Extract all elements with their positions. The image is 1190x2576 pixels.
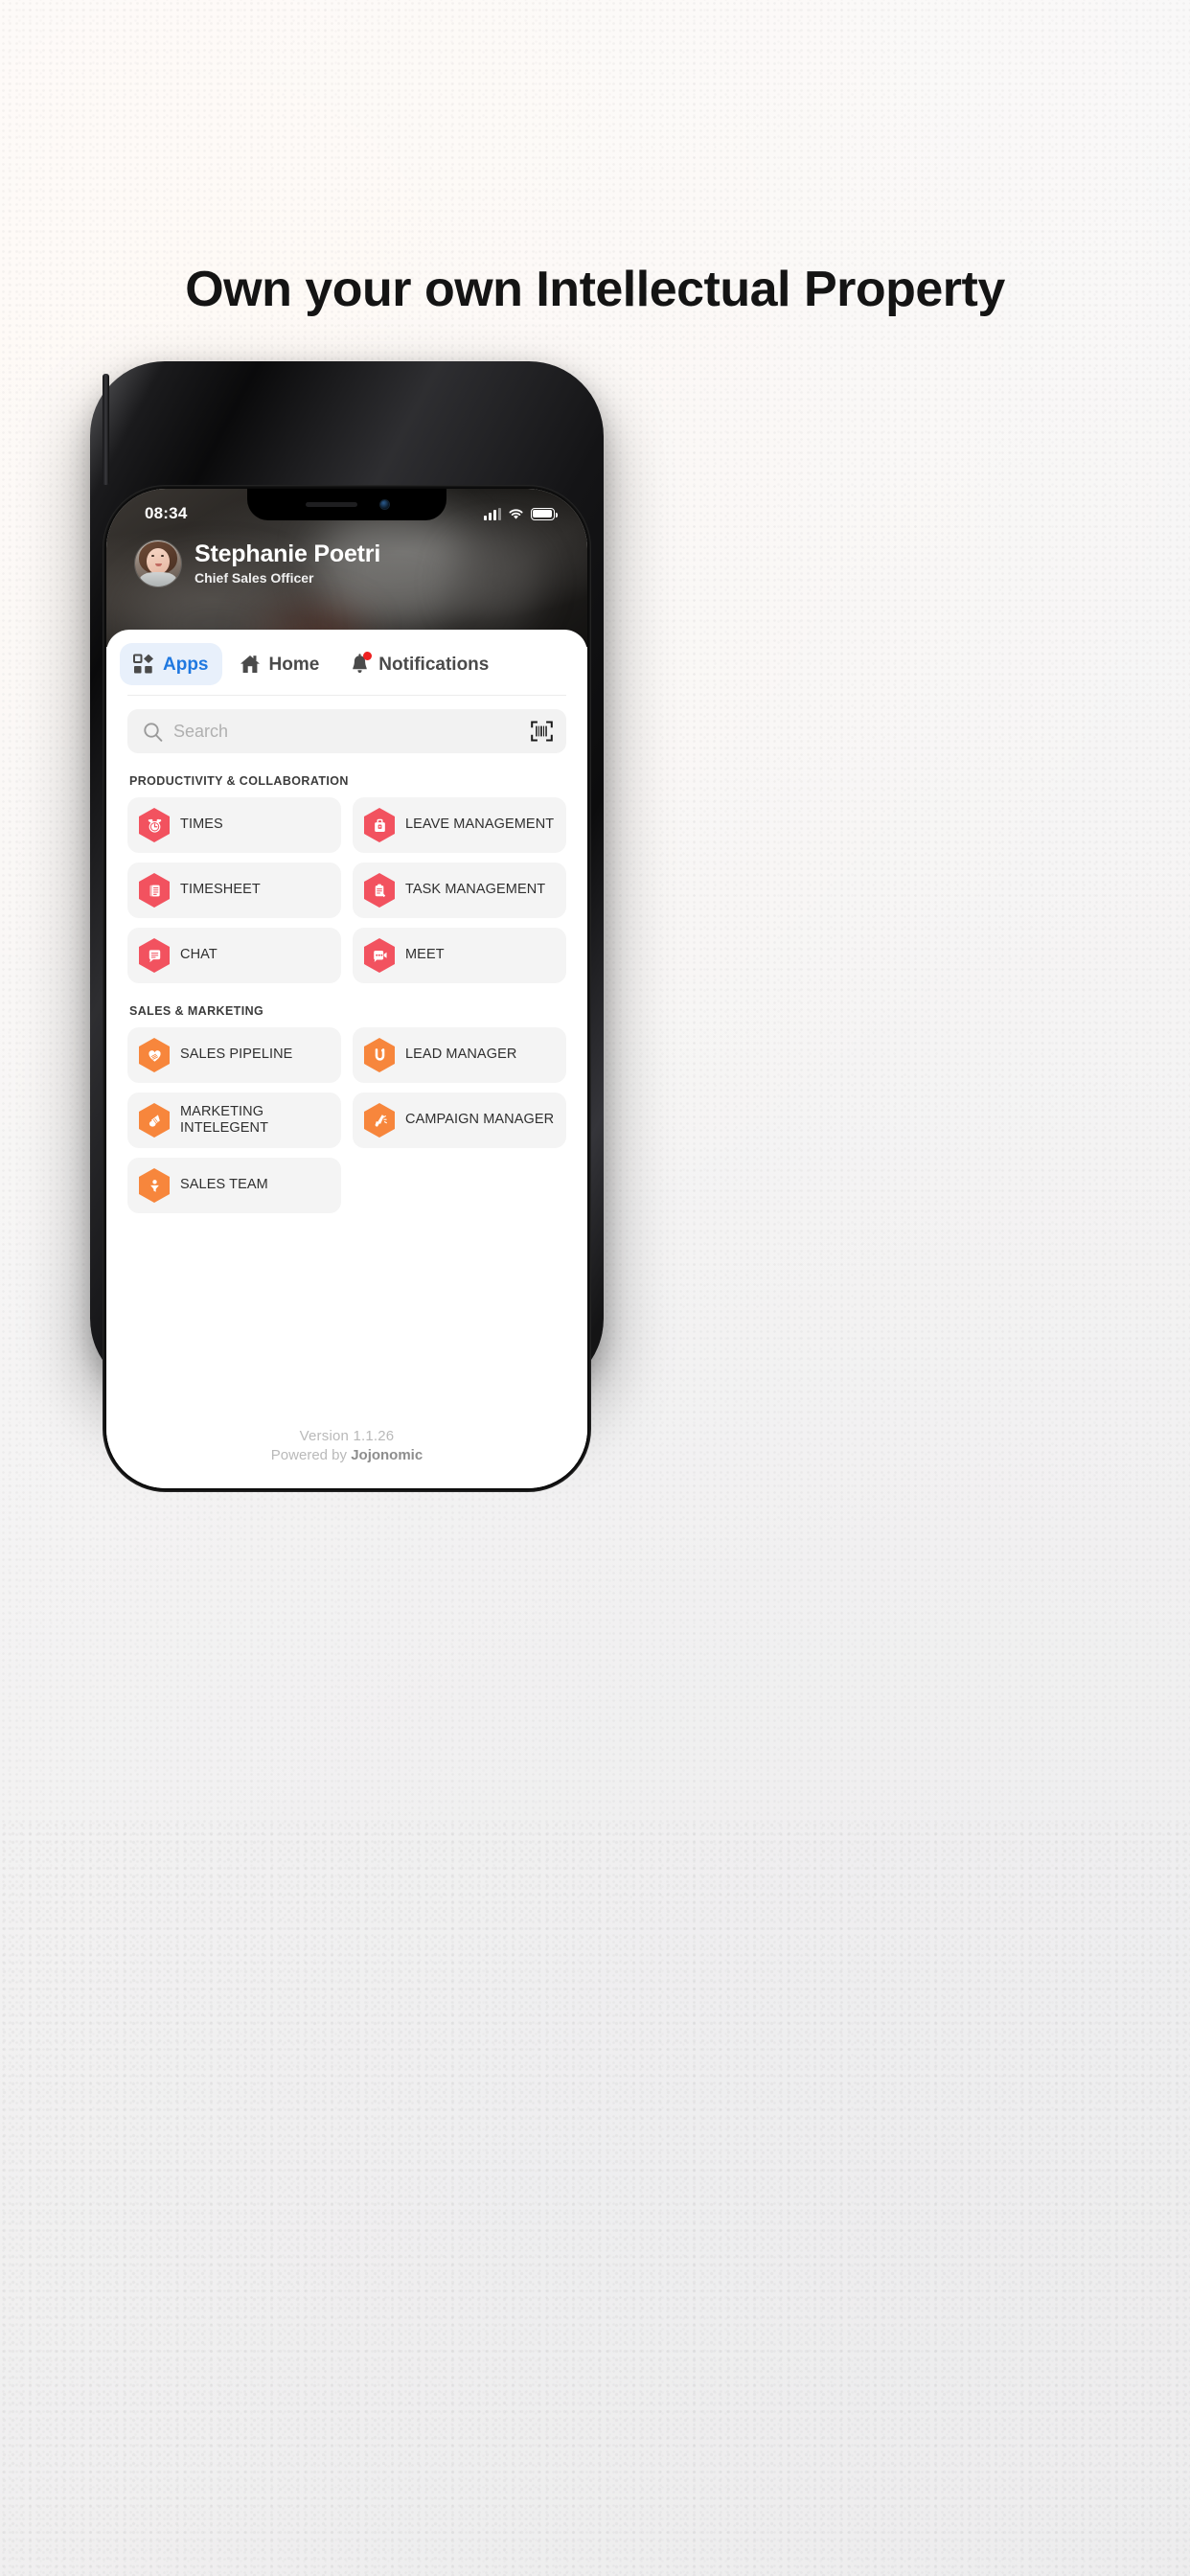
tab-home[interactable]: Home [226, 643, 333, 685]
profile-role: Chief Sales Officer [195, 570, 314, 586]
app-label: LEAD MANAGER [405, 1046, 517, 1063]
search-section [106, 696, 587, 753]
search-input[interactable] [173, 721, 520, 742]
version-label: Version 1.1.26 [299, 1428, 395, 1444]
powered-by-label: Powered by Jojonomic [106, 1447, 587, 1463]
app-card-sales-pipeline[interactable]: SALES PIPELINE [127, 1027, 341, 1083]
profile-row[interactable]: Stephanie Poetri Chief Sales Officer [106, 533, 587, 586]
video-chat-icon [364, 938, 395, 973]
app-card-sales-team[interactable]: SALES TEAM [127, 1158, 341, 1213]
app-label: TASK MANAGEMENT [405, 882, 546, 898]
apps-grid-icon [133, 654, 153, 674]
app-card-marketing-intelegent[interactable]: MARKETING INTELEGENT [127, 1092, 341, 1148]
powered-prefix: Powered by [270, 1447, 352, 1463]
tab-bar: Apps Home Notifications [106, 630, 587, 685]
app-footer: Version 1.1.26 Powered by Jojonomic [106, 1428, 587, 1488]
search-icon [144, 722, 163, 742]
front-camera-icon [379, 500, 389, 509]
app-label: MARKETING INTELEGENT [180, 1103, 269, 1136]
person-funnel-icon [139, 1168, 170, 1203]
battery-icon [531, 507, 558, 520]
app-card-timesheet[interactable]: TIMESHEET [127, 862, 341, 918]
alarm-clock-icon [139, 808, 170, 842]
app-label: LEAVE MANAGEMENT [405, 816, 555, 833]
power-button[interactable] [103, 374, 109, 485]
app-label: MEET [405, 947, 445, 963]
app-label: SALES TEAM [180, 1177, 268, 1193]
section-title-sales: SALES & MARKETING [129, 1004, 264, 1018]
status-time: 08:34 [145, 504, 188, 522]
app-label: CHAT [180, 947, 217, 963]
wifi-icon [509, 508, 523, 519]
tab-apps-label: Apps [163, 654, 209, 675]
app-label: TIMES [180, 816, 223, 833]
phone-screen: 08:34 Stephanie Poetri Chief Sales Offic… [106, 489, 587, 1488]
home-icon [240, 656, 260, 673]
magnet-icon [364, 1038, 395, 1072]
phone-mockup: 08:34 Stephanie Poetri Chief Sales Offic… [90, 361, 604, 1492]
app-label: SALES PIPELINE [180, 1046, 293, 1063]
document-list-icon [139, 873, 170, 908]
app-label: TIMESHEET [180, 882, 261, 898]
status-icons [484, 507, 558, 520]
app-card-campaign-manager[interactable]: CAMPAIGN MANAGER [353, 1092, 566, 1148]
cellular-signal-icon [484, 507, 501, 520]
tab-notifications-label: Notifications [378, 654, 490, 675]
search-bar[interactable] [127, 709, 566, 753]
powered-brand: Jojonomic [351, 1447, 423, 1463]
bell-wrapper [350, 652, 373, 675]
app-card-chat[interactable]: CHAT [127, 928, 341, 983]
app-card-task-management[interactable]: TASK MANAGEMENT [353, 862, 566, 918]
app-card-leave-management[interactable]: LEAVE MANAGEMENT [353, 797, 566, 853]
chat-bubble-icon [139, 938, 170, 973]
app-card-lead-manager[interactable]: LEAD MANAGER [353, 1027, 566, 1083]
background-texture-lower [0, 1821, 1190, 2576]
clipboard-pen-icon [364, 873, 395, 908]
tab-home-label: Home [268, 654, 320, 675]
notification-badge [363, 652, 373, 660]
section-title-productivity: PRODUCTIVITY & COLLABORATION [129, 774, 349, 788]
megaphone-icon [139, 1103, 170, 1138]
app-grid-productivity: TIMES LEAVE MANAGEMENT TIMESHEET TASK MA… [127, 797, 566, 983]
barcode-scan-icon[interactable] [531, 721, 553, 742]
phone-bezel: 08:34 Stephanie Poetri Chief Sales Offic… [103, 485, 591, 1492]
tab-apps[interactable]: Apps [120, 643, 222, 685]
app-list: PRODUCTIVITY & COLLABORATION TIMES LEAVE… [106, 753, 587, 1428]
app-grid-sales: SALES PIPELINE LEAD MANAGER MARKETING IN… [127, 1027, 566, 1213]
notch [247, 489, 446, 520]
app-card-times[interactable]: TIMES [127, 797, 341, 853]
page-title: Own your own Intellectual Property [185, 262, 1005, 317]
campaign-horn-icon [364, 1103, 395, 1138]
avatar[interactable] [135, 540, 181, 586]
app-card-meet[interactable]: MEET [353, 928, 566, 983]
heart-funnel-icon [139, 1038, 170, 1072]
tab-notifications[interactable]: Notifications [336, 643, 502, 685]
earpiece-speaker [305, 502, 357, 507]
profile-name: Stephanie Poetri [195, 540, 381, 567]
suitcase-icon [364, 808, 395, 842]
app-label: CAMPAIGN MANAGER [405, 1112, 555, 1128]
content-sheet: Apps Home Notifications Search PRODUCTIV… [106, 630, 587, 1488]
